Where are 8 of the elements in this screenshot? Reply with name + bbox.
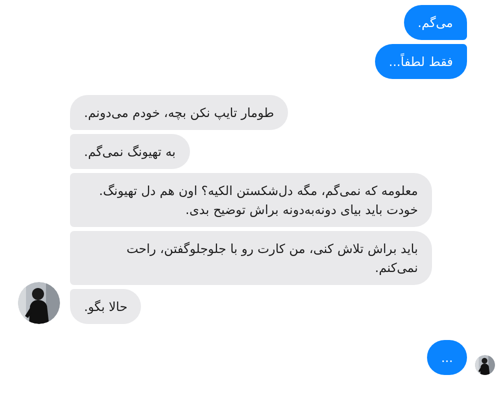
message-bubble: باید براش تلاش کنی، من کارت رو با جلوجلوگفتن، راحت نمی‌کنم. bbox=[70, 231, 432, 285]
message-bubble: به تهیونگ نمی‌گم. bbox=[70, 134, 190, 169]
message-bubble: ... bbox=[427, 340, 467, 375]
message-bubble: طومار تایپ نکن بچه، خودم می‌دونم. bbox=[70, 95, 288, 130]
message-bubble: می‌گم. bbox=[404, 5, 467, 40]
message-bubble: فقط لطفاً... bbox=[374, 44, 467, 79]
message-bubble: حالا بگو. bbox=[70, 289, 142, 324]
message-bubble: معلومه که نمی‌گم، مگه دل‌شکستن الکیه؟ اون هم دل تهیونگ. خودت باید بیای دونه‌به‌دونه براش توضیح بدی. bbox=[70, 173, 432, 227]
